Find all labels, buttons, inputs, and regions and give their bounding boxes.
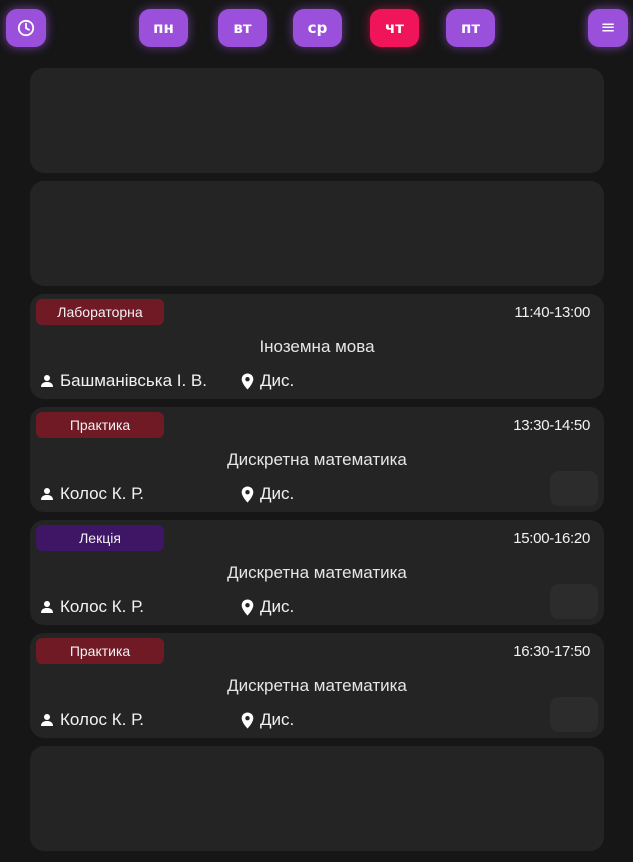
lesson-link-button[interactable] xyxy=(550,697,598,732)
empty-slot-2 xyxy=(30,181,604,286)
teacher-name: Колос К. Р. xyxy=(60,710,144,729)
location-pin-icon xyxy=(241,712,254,728)
lesson-subject: Дискретна математика xyxy=(227,450,407,469)
lesson-subject: Дискретна математика xyxy=(227,676,407,695)
empty-slot-3 xyxy=(30,746,604,851)
teacher-name: Башманівська І. В. xyxy=(60,371,207,390)
location-pin-icon xyxy=(241,373,254,389)
day-tab-wed[interactable]: ср xyxy=(293,9,342,47)
lesson-time: 13:30-14:50 xyxy=(513,417,590,434)
person-icon xyxy=(41,488,53,500)
room-name: Дис. xyxy=(260,710,295,729)
room-name: Дис. xyxy=(260,484,295,503)
lesson-link-button[interactable] xyxy=(550,584,598,619)
lesson-time: 11:40-13:00 xyxy=(514,304,590,321)
day-tab-tue[interactable]: вт xyxy=(218,9,267,47)
lesson-teacher: Колос К. Р. xyxy=(40,710,144,730)
lesson-card-2[interactable]: Практика 13:30-14:50 Дискретна математик… xyxy=(30,407,604,512)
day-tab-fri[interactable]: пт xyxy=(446,9,495,47)
top-bar: пн вт ср чт пт ≡ xyxy=(0,0,633,60)
empty-slot-1 xyxy=(30,68,604,173)
clock-button[interactable] xyxy=(6,9,46,47)
lesson-type-badge: Практика xyxy=(36,412,164,438)
lesson-time: 15:00-16:20 xyxy=(513,530,590,547)
teacher-name: Колос К. Р. xyxy=(60,597,144,616)
lesson-type-badge: Лекція xyxy=(36,525,164,551)
lesson-room: Дис. xyxy=(241,597,294,617)
room-name: Дис. xyxy=(260,371,295,390)
person-icon xyxy=(41,714,53,726)
location-pin-icon xyxy=(241,486,254,502)
lesson-card-1[interactable]: Лабораторна 11:40-13:00 Іноземна мова Ба… xyxy=(30,294,604,399)
lesson-teacher: Колос К. Р. xyxy=(40,597,144,617)
lesson-card-3[interactable]: Лекція 15:00-16:20 Дискретна математика … xyxy=(30,520,604,625)
menu-icon: ≡ xyxy=(600,17,616,38)
lesson-room: Дис. xyxy=(241,371,294,391)
clock-icon xyxy=(17,19,35,37)
lesson-card-4[interactable]: Практика 16:30-17:50 Дискретна математик… xyxy=(30,633,604,738)
lesson-link-button[interactable] xyxy=(550,471,598,506)
lesson-time: 16:30-17:50 xyxy=(513,643,590,660)
day-tab-thu[interactable]: чт xyxy=(370,9,419,47)
lesson-subject: Іноземна мова xyxy=(259,337,375,356)
day-tab-mon[interactable]: пн xyxy=(139,9,188,47)
lesson-type-badge: Практика xyxy=(36,638,164,664)
lesson-room: Дис. xyxy=(241,710,294,730)
menu-button[interactable]: ≡ xyxy=(588,9,628,47)
person-icon xyxy=(41,601,53,613)
room-name: Дис. xyxy=(260,597,295,616)
lesson-room: Дис. xyxy=(241,484,294,504)
teacher-name: Колос К. Р. xyxy=(60,484,144,503)
location-pin-icon xyxy=(241,599,254,615)
lesson-teacher: Колос К. Р. xyxy=(40,484,144,504)
lesson-subject: Дискретна математика xyxy=(227,563,407,582)
lesson-type-badge: Лабораторна xyxy=(36,299,164,325)
person-icon xyxy=(41,375,53,387)
lesson-teacher: Башманівська І. В. xyxy=(40,371,207,391)
